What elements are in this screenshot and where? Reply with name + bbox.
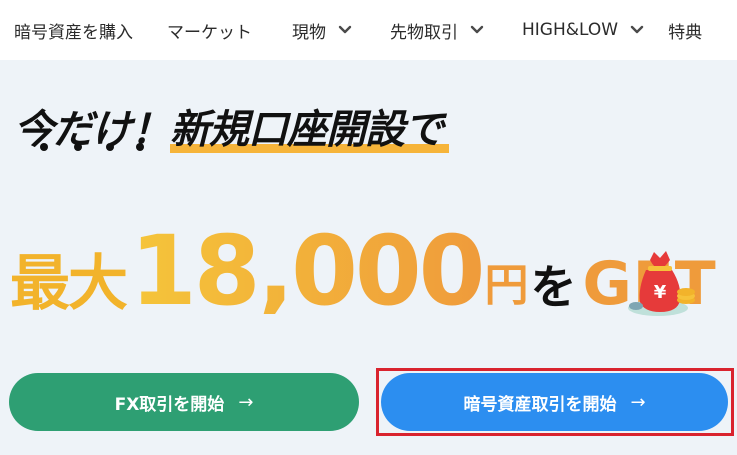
nav-item-label: HIGH&LOW xyxy=(522,20,619,40)
nav-item-label: 現物 xyxy=(292,22,326,43)
top-navigation: 暗号資産を購入 マーケット 現物 先物取引 HIGH&LOW 特典 xyxy=(0,0,737,60)
currency-label: 円 xyxy=(484,260,529,312)
promo-prefix: 今だけ！ xyxy=(14,107,171,153)
nav-item-label: 先物取引 xyxy=(390,22,458,43)
fx-button-label: FX取引を開始 xyxy=(114,394,225,415)
chevron-down-icon xyxy=(468,21,486,39)
bonus-amount: 18,000 xyxy=(130,215,485,327)
svg-text:¥: ¥ xyxy=(654,282,667,303)
chevron-down-icon xyxy=(628,21,646,39)
arrow-right-icon: → xyxy=(238,391,254,413)
max-label: 最大 xyxy=(10,249,128,320)
chevron-down-icon xyxy=(336,21,354,39)
money-bag-icon: ¥ xyxy=(628,251,695,316)
highlight-frame xyxy=(376,368,734,436)
nav-item-benefits[interactable]: 特典 xyxy=(668,0,702,60)
nav-item-buy-crypto[interactable]: 暗号資産を購入 xyxy=(14,0,133,60)
nav-item-spot[interactable]: 現物 xyxy=(292,0,354,60)
nav-item-futures[interactable]: 先物取引 xyxy=(390,0,486,60)
promo-headline: 今だけ！新規口座開設で xyxy=(14,97,449,155)
nav-item-label: マーケット xyxy=(167,22,252,43)
bonus-amount-line: 最大 18,000 円 を GET xyxy=(10,215,717,327)
nav-item-high-low[interactable]: HIGH&LOW xyxy=(522,0,646,60)
particle-label: を xyxy=(530,260,577,315)
promo-highlight: 新規口座開設で xyxy=(170,107,449,153)
start-fx-trading-button[interactable]: FX取引を開始 → xyxy=(9,373,359,431)
nav-item-label: 暗号資産を購入 xyxy=(14,22,133,43)
nav-item-label: 特典 xyxy=(668,22,703,43)
nav-item-market[interactable]: マーケット xyxy=(167,0,252,60)
